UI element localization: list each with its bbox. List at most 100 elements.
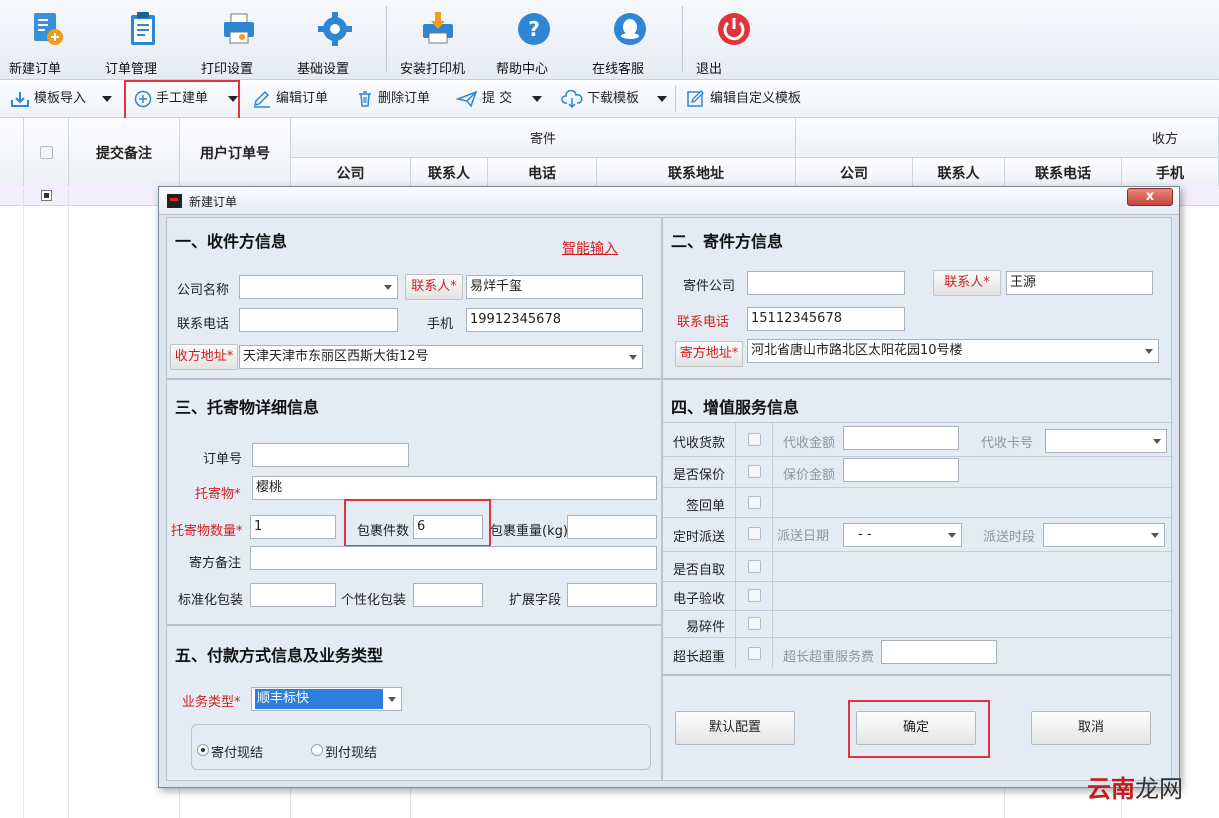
oversize-label: 超长超重 [673,650,726,665]
select-all-checkbox[interactable] [39,146,53,159]
receiver-contact-button[interactable]: 联系人* [405,274,463,300]
col-receiver-company[interactable]: 公司 [796,158,913,188]
receiver-section-title: 一、收件方信息 [175,232,288,251]
phone-label: 联系电话 [177,317,230,332]
col-receiver-mobile[interactable]: 手机 [1122,158,1219,188]
e-inspection-label: 电子验收 [673,592,726,607]
col-user-order-no[interactable]: 用户订单号 [180,118,291,188]
sender-address-combo[interactable]: 河北省唐山市路北区太阳花园10号楼 [747,339,1159,363]
help-center-button[interactable]: ? 帮助中心 [496,6,572,77]
download-template-button[interactable]: 下载模板 [561,88,668,110]
receiver-phone-input[interactable] [239,308,398,332]
pay-receiver-label[interactable]: 到付现结 [325,742,377,761]
basic-settings-button[interactable]: 基础设置 [297,6,373,77]
receiver-address-combo[interactable]: 天津天津市东丽区西斯大街12号 [239,345,643,369]
cancel-button[interactable]: 取消 [1031,711,1151,745]
order-no-input[interactable] [252,443,409,467]
insured-amount-input[interactable] [843,458,959,482]
cod-checkbox[interactable] [748,433,761,446]
sender-company-input[interactable] [747,271,905,295]
submit-button[interactable]: 提 交 [455,88,543,110]
std-pack-input[interactable] [250,583,336,607]
custom-pack-input[interactable] [413,583,483,607]
edit-order-label: 编辑订单 [276,91,329,106]
quantity-input[interactable]: 1 [250,515,336,539]
sender-note-input[interactable] [250,546,657,570]
receiver-contact-input[interactable]: 易烊千玺 [466,275,643,299]
chat-icon [614,13,646,45]
sender-phone-input[interactable]: 15112345678 [747,307,905,331]
chevron-down-icon[interactable] [657,95,668,102]
col-sender-address[interactable]: 联系地址 [597,158,796,188]
weight-input[interactable] [567,515,657,539]
scheduled-checkbox[interactable] [748,527,761,540]
divider [663,610,1173,611]
delivery-date-picker[interactable]: - - [843,523,962,547]
item-input[interactable]: 樱桃 [252,476,657,500]
edit-custom-template-label: 编辑自定义模板 [710,91,802,106]
dialog-titlebar[interactable]: 新建订单 x [159,187,1179,215]
divider [663,581,1173,582]
col-sender-company[interactable]: 公司 [291,158,411,188]
services-section-title: 四、增值服务信息 [671,398,800,417]
pay-sender-label[interactable]: 寄付现结 [211,742,263,761]
divider [663,637,1173,638]
sender-contact-button[interactable]: 联系人* [933,270,1001,296]
col-submit-note[interactable]: 提交备注 [69,118,180,188]
install-printer-button[interactable]: 安装打印机 [400,6,476,77]
highlight-box [124,80,240,120]
chevron-down-icon[interactable] [102,95,113,102]
pay-sender-radio[interactable] [197,744,209,756]
oversize-fee-input[interactable] [881,640,997,664]
delivery-date-value: - - [858,527,872,542]
cod-amount-label: 代收金额 [783,436,836,451]
goods-section-title: 三、托寄物详细信息 [175,398,320,417]
exit-button[interactable]: 退出 [696,6,772,77]
receiver-company-combo[interactable] [239,275,398,299]
receiver-address-button[interactable]: 收方地址* [170,344,238,370]
sender-address-button[interactable]: 寄方地址* [675,341,743,367]
biz-type-combo[interactable]: 顺丰标快 [251,687,402,711]
edit-order-button[interactable]: 编辑订单 [252,88,328,110]
sign-back-checkbox[interactable] [748,496,761,509]
default-config-button[interactable]: 默认配置 [675,711,795,745]
delivery-period-combo[interactable] [1043,523,1165,547]
order-no-label: 订单号 [203,452,243,467]
fragile-checkbox[interactable] [748,617,761,630]
order-management-button[interactable]: 订单管理 [105,6,181,77]
delete-order-button[interactable]: 删除订单 [356,88,430,110]
cod-amount-input[interactable] [843,426,959,450]
insured-checkbox[interactable] [748,465,761,478]
close-button[interactable]: x [1127,188,1173,206]
watermark: 云南龙网 [1087,769,1183,804]
dialog-title: 新建订单 [189,195,238,209]
new-order-button[interactable]: 新建订单 [9,6,85,77]
goods-panel: 三、托寄物详细信息 订单号 托寄物* 樱桃 托寄物数量* 1 包裹件数 6 包裹… [166,379,662,625]
col-sender-contact[interactable]: 联系人 [411,158,488,188]
main-toolbar: 新建订单 订单管理 打印设置 基础设置 安装打印机 ? 帮助中心 在线客服 退出 [0,0,1219,80]
chevron-down-icon[interactable] [532,95,543,102]
chevron-down-icon [1151,533,1159,538]
trash-icon [359,90,371,107]
ext-field-input[interactable] [567,583,657,607]
print-settings-button[interactable]: 打印设置 [201,6,277,77]
sender-contact-input[interactable]: 王源 [1006,271,1153,295]
edit-custom-template-button[interactable]: 编辑自定义模板 [686,88,801,110]
smart-input-link[interactable]: 智能输入 [562,238,618,258]
self-pickup-checkbox[interactable] [748,560,761,573]
template-import-button[interactable]: 模板导入 [10,88,113,110]
app-icon [167,194,182,208]
exit-label: 退出 [696,62,723,77]
col-receiver-phone[interactable]: 联系电话 [1005,158,1122,188]
cod-card-combo[interactable] [1045,429,1167,453]
online-service-button[interactable]: 在线客服 [592,6,668,77]
receiver-group-header: 收方 [796,118,1219,158]
oversize-checkbox[interactable] [748,647,761,660]
pencil-icon [253,90,270,108]
col-sender-phone[interactable]: 电话 [488,158,597,188]
pay-receiver-radio[interactable] [311,744,323,756]
e-inspection-checkbox[interactable] [748,589,761,602]
basic-settings-label: 基础设置 [297,62,350,77]
col-receiver-contact[interactable]: 联系人 [913,158,1005,188]
receiver-mobile-input[interactable]: 19912345678 [466,308,643,332]
